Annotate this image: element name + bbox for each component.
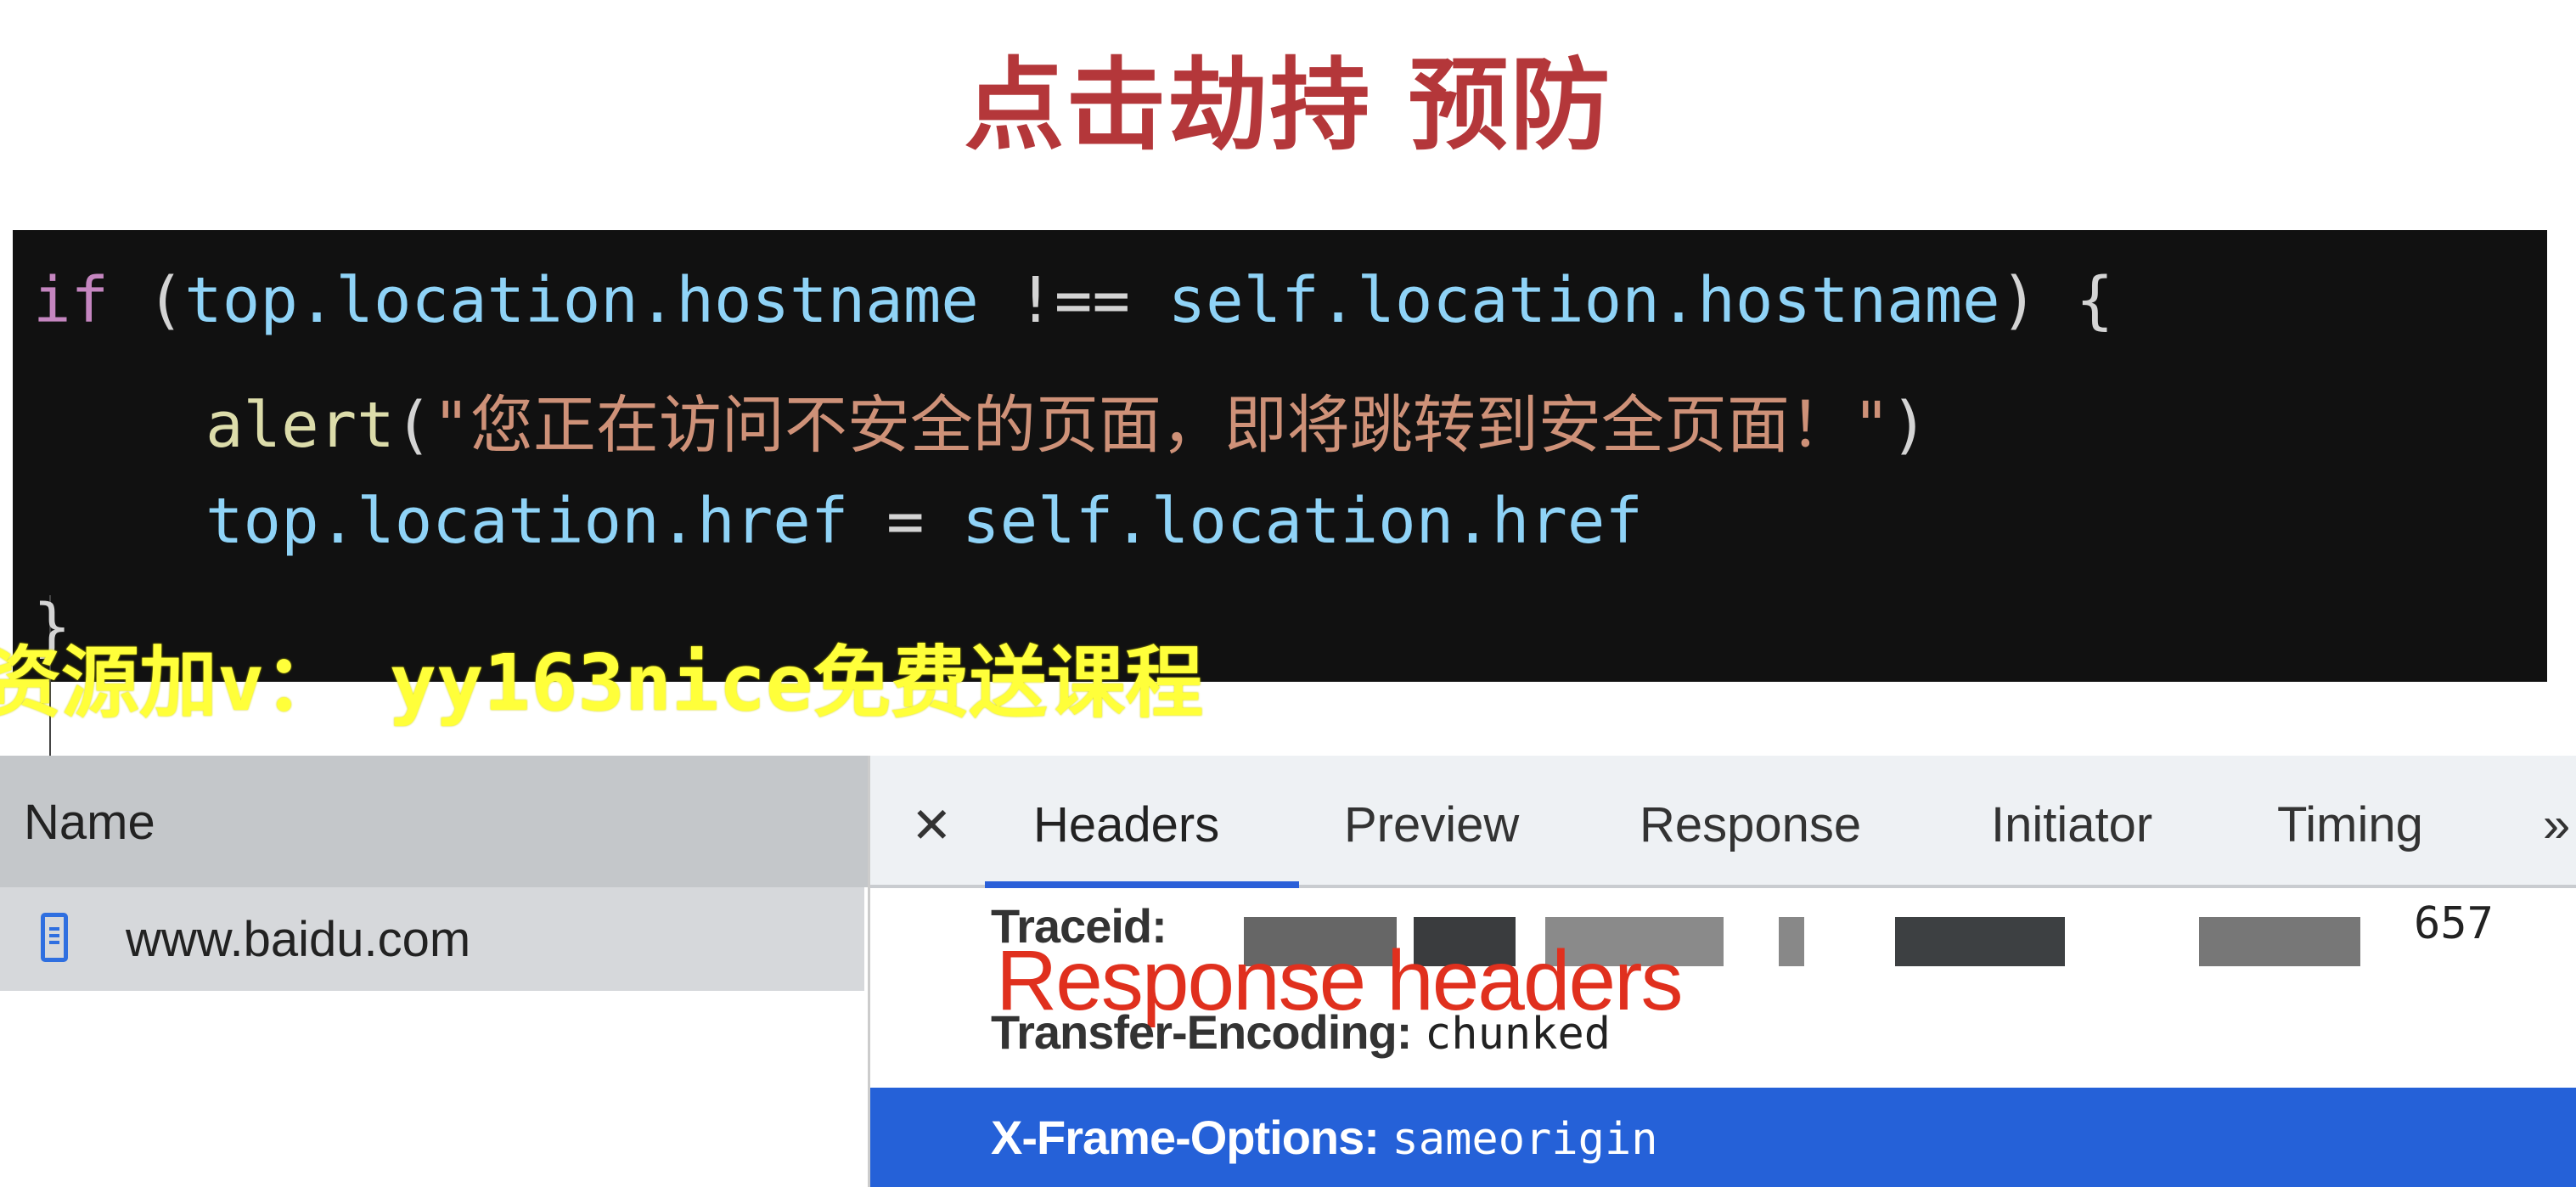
selected-header-row[interactable]: X-Frame-Options: sameorigin — [870, 1088, 2576, 1187]
string-literal: "您正在访问不安全的页面，即将跳转到安全页面！" — [432, 389, 1891, 462]
name-column-header[interactable]: Name — [0, 756, 868, 887]
operator: = — [848, 485, 963, 558]
tab-initiator[interactable]: Initiator — [1991, 796, 2152, 853]
punct: ) — [1890, 389, 1928, 462]
identifier: top.location.href — [205, 485, 849, 558]
traceid-suffix: 657 — [2414, 898, 2494, 949]
identifier: self.location.href — [962, 485, 1643, 558]
active-tab-indicator — [985, 881, 1299, 888]
tab-response[interactable]: Response — [1640, 796, 1861, 853]
operator: !== — [978, 264, 1168, 337]
header-x-frame-options: X-Frame-Options: sameorigin — [991, 1110, 1658, 1165]
identifier: self.location.hostname — [1167, 264, 2000, 337]
close-icon[interactable]: ✕ — [911, 796, 953, 854]
request-row[interactable]: www.baidu.com — [0, 887, 864, 991]
watermark-text: 资源加v： yy163nice免费送课程 — [0, 638, 1204, 729]
punct: ) { — [1999, 264, 2114, 337]
more-tabs-icon[interactable]: » — [2543, 796, 2570, 853]
keyword: if — [33, 264, 110, 337]
header-value: sameorigin — [1392, 1114, 1658, 1165]
header-transfer-encoding: Transfer-Encoding: chunked — [991, 1004, 1611, 1060]
tab-timing[interactable]: Timing — [2277, 796, 2423, 853]
identifier: top.location.hostname — [184, 264, 979, 337]
details-tab-bar: ✕ Headers Preview Response Initiator Tim… — [870, 756, 2576, 888]
code-line-3: top.location.href = self.location.href — [205, 485, 1643, 558]
header-value: chunked — [1424, 1009, 1611, 1060]
header-key: X-Frame-Options: — [991, 1111, 1380, 1164]
request-list-pane: Name www.baidu.com — [0, 756, 870, 1187]
redacted-value — [2199, 917, 2360, 966]
header-key: Transfer-Encoding: — [991, 1005, 1412, 1059]
code-line-1: if (top.location.hostname !== self.locat… — [33, 264, 2113, 337]
name-header-label: Name — [24, 795, 155, 850]
slide-title: 点击劫持 预防 — [964, 47, 1612, 164]
redacted-value — [1895, 917, 2065, 966]
tab-preview[interactable]: Preview — [1344, 796, 1519, 853]
tab-headers[interactable]: Headers — [1033, 796, 1219, 853]
document-icon — [41, 913, 68, 962]
function-name: alert — [205, 389, 395, 462]
code-line-2: alert("您正在访问不安全的页面，即将跳转到安全页面！") — [205, 374, 1928, 465]
request-name: www.baidu.com — [126, 912, 471, 967]
punct: ( — [109, 264, 185, 337]
code-block: if (top.location.hostname !== self.locat… — [13, 230, 2547, 799]
request-details-pane: ✕ Headers Preview Response Initiator Tim… — [870, 756, 2576, 1187]
punct: ( — [394, 389, 433, 462]
redacted-value — [1779, 917, 1804, 966]
